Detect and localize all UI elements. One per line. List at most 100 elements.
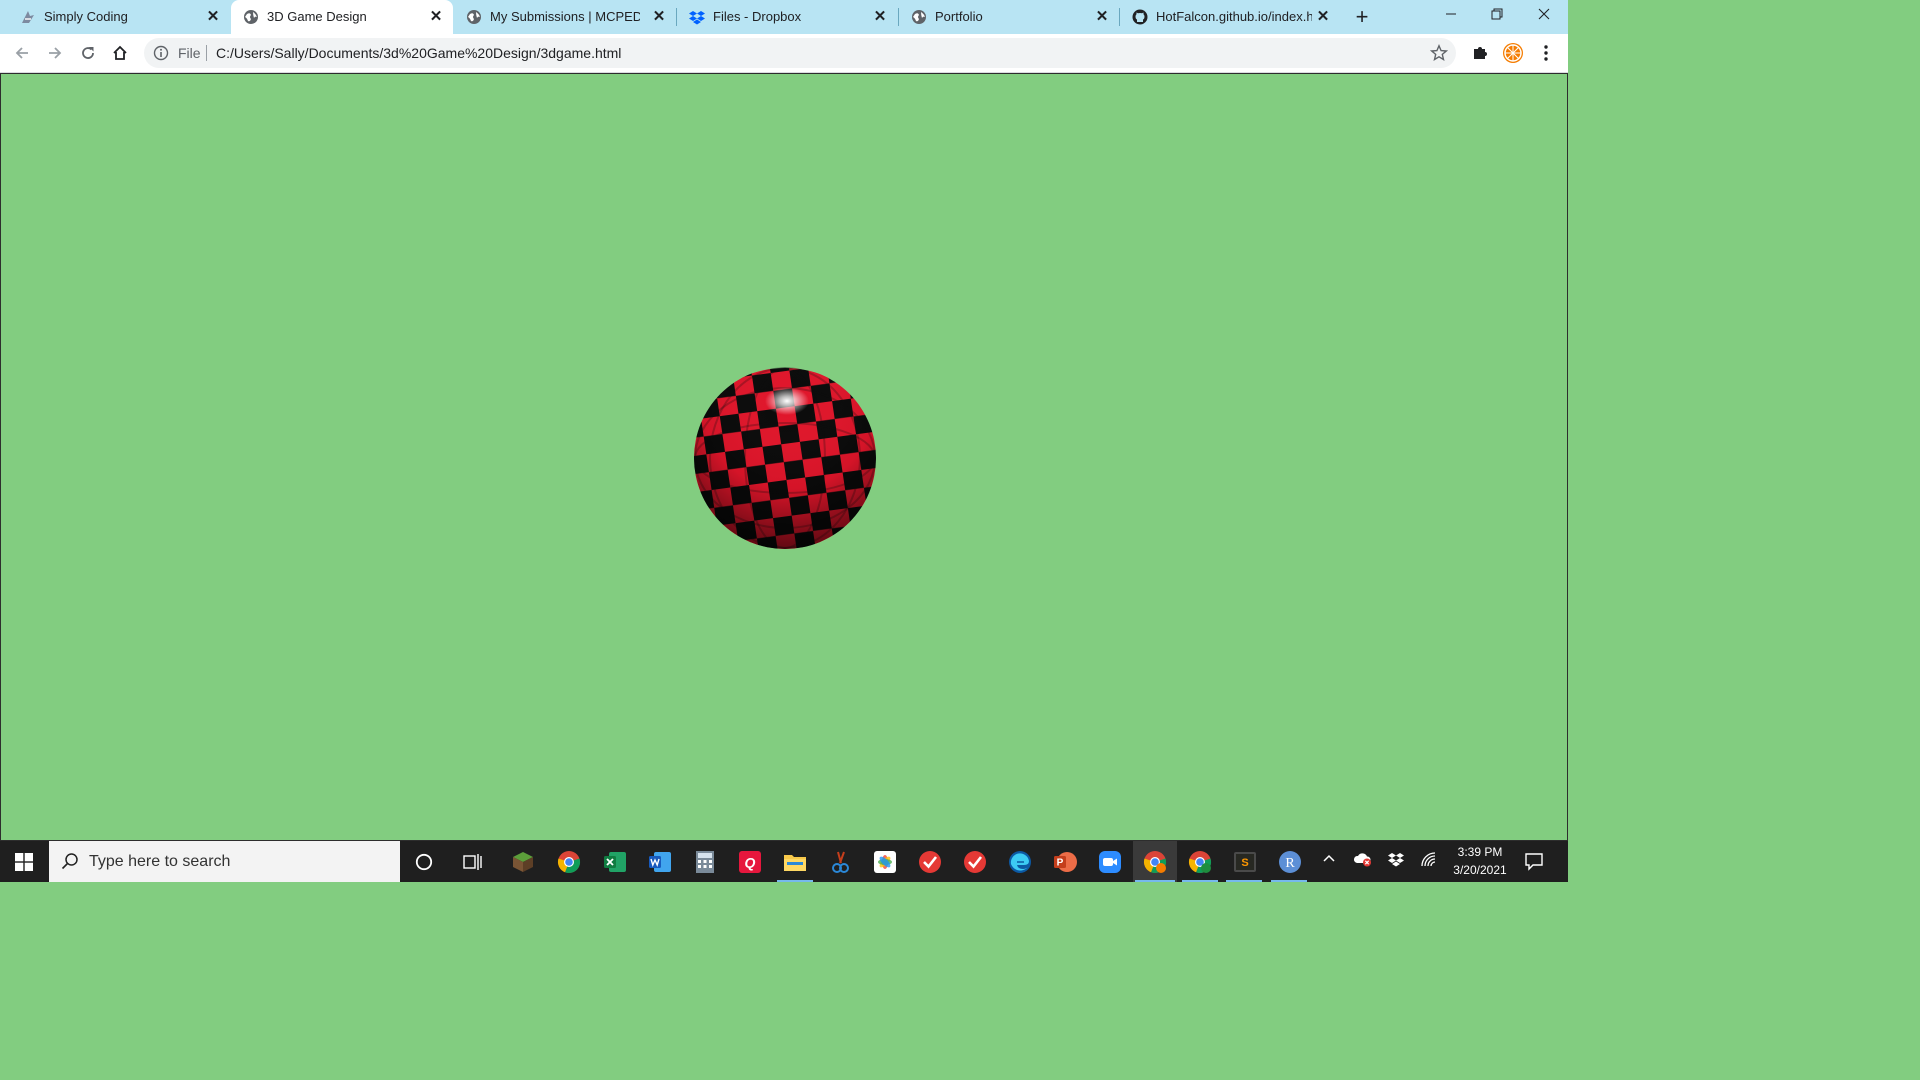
forward-button[interactable] [42, 40, 68, 66]
svg-text:P: P [1057, 858, 1064, 869]
close-icon [1538, 8, 1550, 20]
chrome-profile-app[interactable] [1140, 847, 1170, 877]
powerpoint-app[interactable]: P [1050, 847, 1080, 877]
scheme-chip: File [178, 45, 201, 61]
address-bar[interactable]: File C:/Users/Sally/Documents/3d%20Game%… [144, 38, 1456, 68]
windows-logo-icon [15, 852, 33, 871]
chrome-icon [1143, 851, 1167, 873]
photos-app[interactable] [870, 847, 900, 877]
edge-app[interactable] [1005, 847, 1035, 877]
excel-app[interactable] [600, 847, 630, 877]
new-tab-button[interactable]: + [1350, 6, 1374, 28]
q-app-icon: Q [739, 851, 761, 873]
close-icon[interactable]: ✕ [873, 9, 887, 24]
cortana-button[interactable] [409, 847, 439, 877]
sublime-text-app[interactable]: S [1230, 847, 1260, 877]
sublime-icon: S [1234, 852, 1256, 872]
tab-dropbox[interactable]: Files - Dropbox ✕ [677, 0, 897, 34]
simply-coding-favicon [22, 11, 34, 23]
tab-mcpedl[interactable]: My Submissions | MCPEDL ✕ [454, 0, 676, 34]
dropbox-icon [689, 11, 705, 25]
tab-title: HotFalcon.github.io/index.htm [1156, 9, 1312, 24]
close-icon[interactable]: ✕ [1316, 9, 1330, 24]
star-icon[interactable] [1430, 44, 1448, 62]
minecraft-icon [513, 852, 533, 872]
system-clock[interactable]: 3:39 PM 3/20/2021 [1440, 843, 1520, 879]
home-icon [113, 45, 127, 60]
back-button[interactable] [9, 40, 35, 66]
scissors-icon [832, 851, 849, 873]
wifi-icon [1421, 852, 1436, 867]
close-icon[interactable]: ✕ [429, 9, 443, 24]
running-indicator [1226, 880, 1262, 882]
reload-icon [82, 47, 94, 59]
svg-text:Q: Q [745, 855, 756, 871]
snipping-tool-app[interactable] [825, 847, 855, 877]
search-icon [61, 853, 78, 870]
network-tray[interactable] [1420, 851, 1438, 870]
tab-github[interactable]: HotFalcon.github.io/index.htm ✕ [1120, 0, 1340, 34]
start-button[interactable] [0, 841, 48, 882]
calculator-app[interactable] [690, 847, 720, 877]
word-icon [649, 852, 671, 872]
todo-app-2[interactable] [960, 847, 990, 877]
clock-time: 3:39 PM [1457, 845, 1503, 859]
taskbar: Type here to search Q P S R 3:39 PM 3/20… [0, 841, 1568, 882]
minimize-button[interactable] [1428, 0, 1474, 30]
action-center-button[interactable] [1524, 851, 1544, 876]
globe-icon [912, 10, 926, 24]
chrome-profile-e-app[interactable] [1185, 847, 1215, 877]
avatar-icon [1503, 43, 1523, 63]
cloud-error-icon [1353, 853, 1371, 867]
chrome-app[interactable] [554, 847, 584, 877]
clock-date: 3/20/2021 [1453, 863, 1507, 877]
r-profile-app[interactable]: R [1275, 847, 1305, 877]
github-icon [1132, 9, 1148, 25]
running-indicator [1182, 880, 1218, 882]
edge-icon [1009, 851, 1031, 873]
restore-button[interactable] [1474, 0, 1520, 30]
minimize-icon [1446, 13, 1456, 15]
taskbar-search[interactable]: Type here to search [49, 841, 400, 882]
close-icon[interactable]: ✕ [206, 9, 220, 24]
tab-strip: Simply Coding ✕ 3D Game Design ✕ My Subm… [0, 0, 1568, 34]
folder-icon [784, 855, 806, 871]
kebab-menu-icon [1544, 45, 1548, 61]
menu-button[interactable] [1535, 42, 1557, 64]
photos-icon [874, 851, 896, 873]
arrow-left-icon [15, 47, 28, 59]
page-viewport[interactable] [0, 73, 1568, 841]
tab-title: 3D Game Design [267, 9, 367, 24]
close-icon[interactable]: ✕ [1095, 9, 1109, 24]
chrome-icon [557, 851, 581, 873]
close-icon[interactable]: ✕ [652, 9, 666, 24]
quizlet-app[interactable]: Q [735, 847, 765, 877]
profile-avatar[interactable] [1502, 42, 1524, 64]
tab-simply-coding[interactable]: Simply Coding ✕ [8, 0, 230, 34]
running-indicator [777, 880, 813, 882]
tab-title: Portfolio [935, 9, 983, 24]
task-view-icon [463, 854, 482, 870]
task-view-button[interactable] [458, 847, 488, 877]
dropbox-tray[interactable] [1387, 851, 1405, 870]
tab-title: Simply Coding [44, 9, 128, 24]
minecraft-app[interactable] [508, 847, 538, 877]
show-hidden-icons[interactable] [1322, 851, 1336, 868]
todo-app-1[interactable] [915, 847, 945, 877]
tab-title: My Submissions | MCPEDL [490, 9, 640, 24]
zoom-app[interactable] [1095, 847, 1125, 877]
close-window-button[interactable] [1521, 0, 1567, 30]
onedrive-tray[interactable] [1353, 851, 1373, 870]
file-explorer-app[interactable] [780, 847, 810, 877]
url-text[interactable]: C:/Users/Sally/Documents/3d%20Game%20Des… [216, 45, 621, 61]
search-placeholder: Type here to search [89, 853, 231, 870]
info-icon[interactable] [153, 45, 169, 61]
chrome-icon [1188, 851, 1212, 873]
checkered-ball[interactable] [694, 367, 876, 549]
extensions-button[interactable] [1469, 42, 1491, 64]
tab-portfolio[interactable]: Portfolio ✕ [899, 0, 1119, 34]
home-button[interactable] [107, 40, 133, 66]
word-app[interactable] [645, 847, 675, 877]
tab-3d-game-design[interactable]: 3D Game Design ✕ [231, 0, 453, 34]
reload-button[interactable] [75, 40, 101, 66]
